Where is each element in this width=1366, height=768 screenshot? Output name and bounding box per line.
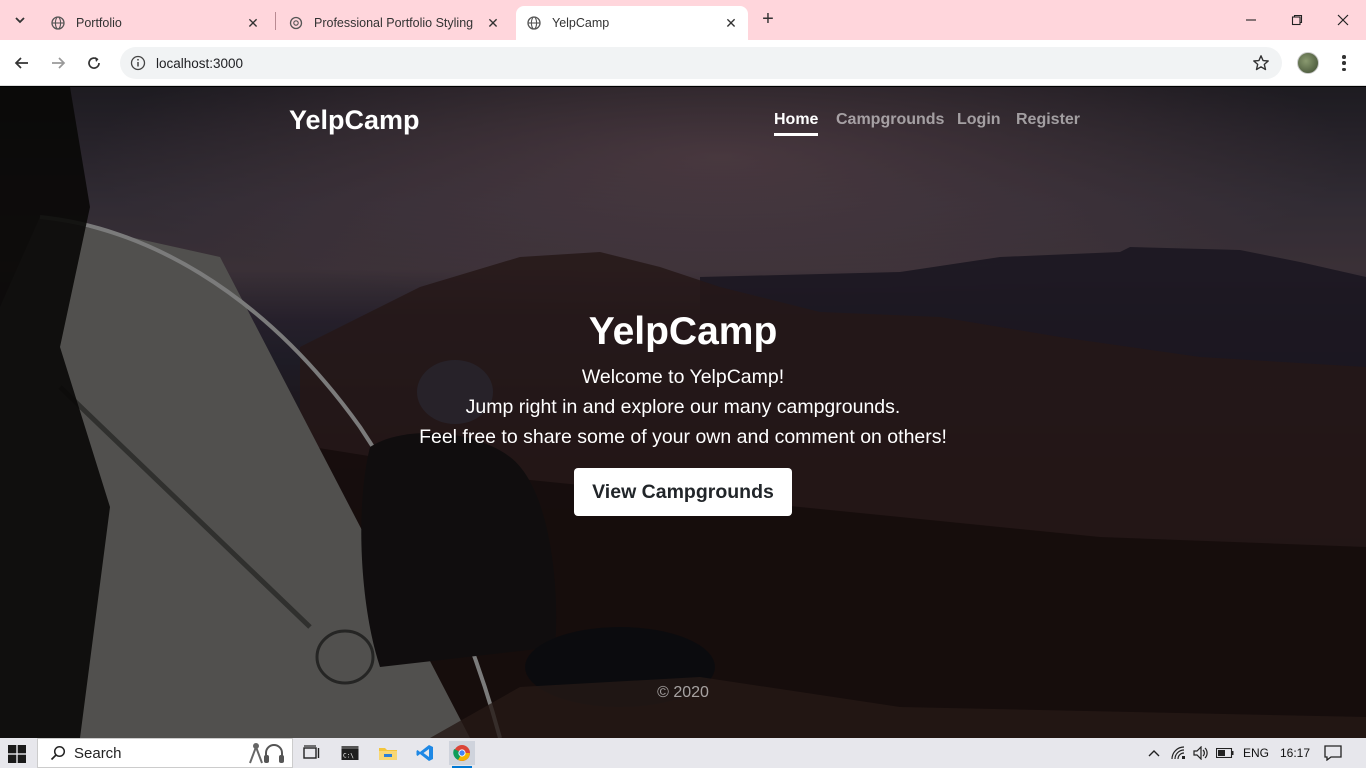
headphones-icon: [244, 741, 284, 765]
svg-text:C:\: C:\: [343, 753, 354, 760]
page-viewport: YelpCamp Home Campgrounds Login Register…: [0, 87, 1366, 738]
tab-close-icon[interactable]: ✕: [484, 14, 502, 32]
forward-icon[interactable]: [46, 51, 70, 75]
taskbar-search-box[interactable]: Search: [37, 738, 293, 768]
vscode-icon[interactable]: [412, 741, 438, 765]
restore-icon[interactable]: [1274, 0, 1320, 40]
hero-explore: Jump right in and explore our many campg…: [465, 396, 901, 418]
volume-icon[interactable]: [1188, 741, 1214, 765]
view-campgrounds-button[interactable]: View Campgrounds: [574, 468, 792, 516]
info-icon[interactable]: [130, 55, 146, 71]
menu-kebab-icon[interactable]: [1334, 53, 1354, 73]
globe-icon: [50, 15, 66, 31]
tab-yelpcamp[interactable]: YelpCamp ✕: [516, 6, 748, 40]
clock[interactable]: 16:17: [1280, 746, 1310, 760]
tab-title: Portfolio: [76, 16, 122, 30]
windows-start-icon[interactable]: [8, 745, 26, 763]
search-icon: [50, 745, 66, 761]
chrome-icon[interactable]: [449, 741, 475, 768]
hero-share: Feel free to share some of your own and …: [419, 426, 947, 448]
reload-icon[interactable]: [82, 51, 106, 75]
tab-title: Professional Portfolio Styling: [314, 16, 474, 30]
tab-search-icon[interactable]: [8, 8, 32, 32]
url-text[interactable]: localhost:3000: [156, 56, 243, 71]
footer-copyright: © 2020: [657, 684, 709, 701]
nav-login[interactable]: Login: [957, 111, 1001, 129]
minimize-icon[interactable]: [1228, 0, 1274, 40]
notification-icon[interactable]: [1320, 741, 1346, 765]
file-explorer-icon[interactable]: [375, 741, 401, 765]
site-brand[interactable]: YelpCamp: [289, 105, 420, 136]
nav-home[interactable]: Home: [774, 111, 819, 136]
profile-avatar[interactable]: [1297, 52, 1319, 74]
terminal-icon[interactable]: C:\: [337, 741, 363, 765]
close-window-icon[interactable]: [1320, 0, 1366, 40]
hero-welcome: Welcome to YelpCamp!: [581, 366, 785, 388]
nav-register[interactable]: Register: [1016, 111, 1080, 129]
task-view-icon[interactable]: [299, 741, 325, 765]
tab-close-icon[interactable]: ✕: [244, 14, 262, 32]
taskbar: Search C:\ ENG 16:17: [0, 738, 1366, 768]
chevron-up-icon[interactable]: [1141, 741, 1167, 765]
hero-title: YelpCamp: [588, 310, 778, 353]
tab-title: YelpCamp: [552, 16, 610, 30]
globe-icon: [526, 15, 542, 31]
openai-icon: [288, 15, 304, 31]
address-bar-row: localhost:3000: [0, 40, 1366, 86]
back-icon[interactable]: [10, 51, 34, 75]
language-indicator[interactable]: ENG: [1243, 746, 1269, 760]
nav-campgrounds[interactable]: Campgrounds: [836, 111, 944, 129]
battery-icon[interactable]: [1212, 741, 1238, 765]
tab-divider: [275, 12, 276, 30]
tab-portfolio[interactable]: Portfolio ✕: [40, 6, 270, 40]
omnibox[interactable]: localhost:3000: [120, 47, 1282, 79]
bookmark-star-icon[interactable]: [1252, 54, 1270, 72]
browser-tab-bar: Portfolio ✕ Professional Portfolio Styli…: [0, 0, 1366, 40]
new-tab-icon[interactable]: +: [758, 9, 778, 30]
search-label: Search: [74, 744, 122, 762]
tab-close-icon[interactable]: ✕: [722, 14, 740, 32]
tab-portfolio-styling[interactable]: Professional Portfolio Styling ✕: [278, 6, 510, 40]
